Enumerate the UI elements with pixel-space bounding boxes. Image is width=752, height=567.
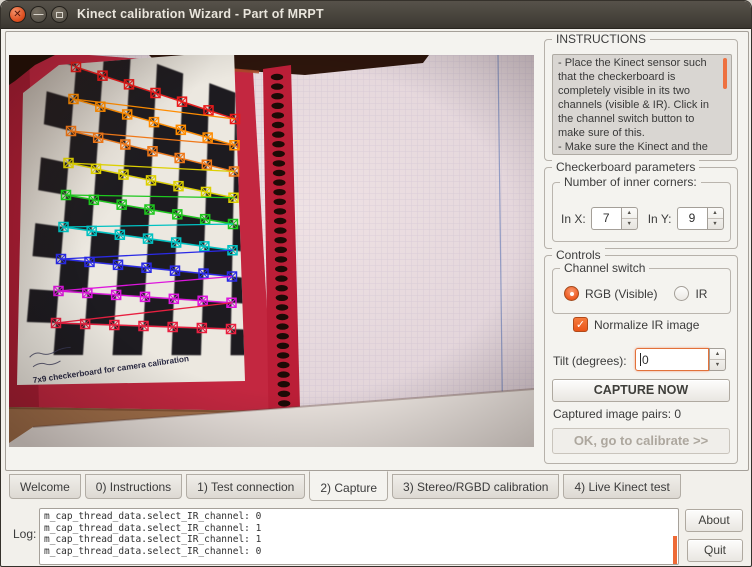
in-y-label: In Y: <box>648 212 672 226</box>
channel-switch-label: Channel switch <box>560 261 649 275</box>
checkerboard-params-label: Checkerboard parameters <box>552 160 699 174</box>
normalize-ir-checkbox[interactable]: ✓ <box>573 317 588 332</box>
inner-corners-groupbox: Number of inner corners: In X: 7 ▲ ▼ In … <box>552 182 731 242</box>
capture-now-button[interactable]: CAPTURE NOW <box>552 379 730 402</box>
text-cursor <box>640 353 641 366</box>
tab-stereo-rgbd-calibration[interactable]: 3) Stereo/RGBD calibration <box>392 474 559 499</box>
tilt-spin-up-icon[interactable]: ▲ <box>710 349 725 359</box>
in-x-value[interactable]: 7 <box>591 207 621 230</box>
minimize-icon[interactable]: — <box>30 6 47 23</box>
instructions-scrollbar-thumb[interactable] <box>723 58 727 89</box>
instructions-groupbox: INSTRUCTIONS - Place the Kinect sensor s… <box>544 39 738 161</box>
inner-corners-label: Number of inner corners: <box>560 175 701 189</box>
log-scrollbar-thumb[interactable] <box>673 536 677 564</box>
in-x-label: In X: <box>561 212 586 226</box>
tab-test-connection[interactable]: 1) Test connection <box>186 474 305 499</box>
captured-pairs-text: Captured image pairs: 0 <box>553 407 681 421</box>
quit-button[interactable]: Quit <box>687 539 743 562</box>
controls-label: Controls <box>552 248 605 262</box>
instructions-textarea[interactable]: - Place the Kinect sensor such that the … <box>552 54 732 155</box>
in-y-spin-up-icon[interactable]: ▲ <box>708 208 723 218</box>
in-x-spin-down-icon[interactable]: ▼ <box>622 218 637 229</box>
titlebar: ✕ — Kinect calibration Wizard - Part of … <box>1 1 751 29</box>
in-x-spinner[interactable]: 7 ▲ ▼ <box>591 207 638 230</box>
app-window: ✕ — Kinect calibration Wizard - Part of … <box>0 0 752 567</box>
channel-switch-groupbox: Channel switch RGB (Visible) IR <box>552 268 731 314</box>
in-x-spin-up-icon[interactable]: ▲ <box>622 208 637 218</box>
tab-welcome[interactable]: Welcome <box>9 474 81 499</box>
tilt-label: Tilt (degrees): <box>553 354 627 368</box>
in-y-spinner[interactable]: 9 ▲ ▼ <box>677 207 724 230</box>
log-label: Log: <box>13 527 36 541</box>
tilt-spinner[interactable]: 0 ▲ ▼ <box>635 348 726 371</box>
ir-radio[interactable] <box>674 286 689 301</box>
rgb-radio-label: RGB (Visible) <box>585 287 657 301</box>
rgb-radio[interactable] <box>564 286 579 301</box>
in-y-spin-down-icon[interactable]: ▼ <box>708 218 723 229</box>
normalize-ir-label: Normalize IR image <box>594 318 699 332</box>
tilt-spin-down-icon[interactable]: ▼ <box>710 359 725 370</box>
instructions-label: INSTRUCTIONS <box>552 32 650 46</box>
tilt-input[interactable]: 0 <box>635 348 709 371</box>
maximize-icon[interactable] <box>51 6 68 23</box>
log-textarea[interactable]: m_cap_thread_data.select_IR_channel: 0 m… <box>39 508 679 565</box>
controls-groupbox: Controls Channel switch RGB (Visible) IR… <box>544 255 738 464</box>
ir-radio-label: IR <box>695 287 707 301</box>
window-title: Kinect calibration Wizard - Part of MRPT <box>77 1 324 28</box>
tab-instructions[interactable]: 0) Instructions <box>85 474 182 499</box>
tab-bar: Welcome 0) Instructions 1) Test connecti… <box>9 471 681 501</box>
close-icon[interactable]: ✕ <box>9 6 26 23</box>
ok-calibrate-button[interactable]: OK, go to calibrate >> <box>552 428 730 454</box>
checkerboard-params-groupbox: Checkerboard parameters Number of inner … <box>544 167 738 249</box>
in-y-value[interactable]: 9 <box>677 207 707 230</box>
tab-live-kinect-test[interactable]: 4) Live Kinect test <box>563 474 680 499</box>
about-button[interactable]: About <box>685 509 743 532</box>
tab-capture[interactable]: 2) Capture <box>309 471 388 501</box>
camera-view: 7x9 checkerboard for camera calibration <box>9 55 534 447</box>
